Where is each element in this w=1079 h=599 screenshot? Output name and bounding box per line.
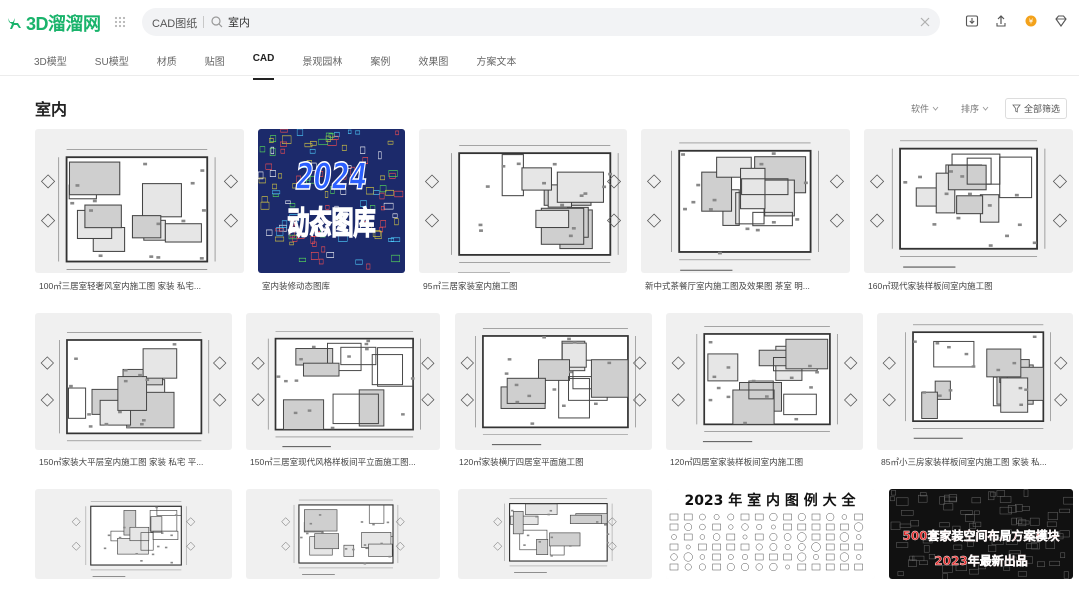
all-filters-label: 全部筛选 — [1023, 104, 1060, 114]
card-thumbnail[interactable]: 500套家装空间布局方案模块 2023年最新出品 — [889, 489, 1073, 579]
legend-title: 2023 年 室 内 图 例 大 全 — [684, 492, 856, 509]
result-card[interactable]: 新中式茶餐厅室内施工图及效果图 茶室 明... — [641, 129, 850, 293]
card-caption[interactable]: 85㎡小三房家装样板间室内施工图 家装 私... — [881, 456, 1069, 468]
card-caption[interactable]: 120㎡四居室家装样板间室内施工图 — [670, 456, 859, 468]
result-card[interactable]: 150㎡家装大平层室内施工图 家装 私宅 平... — [35, 313, 232, 470]
card-thumbnail[interactable]: 2023 年 室 内 图 例 大 全 — [666, 489, 875, 579]
result-card[interactable]: 2024 动态图库室内装修动态图库 — [258, 129, 405, 293]
search-input[interactable] — [228, 13, 908, 31]
tab-case[interactable]: 案例 — [370, 53, 390, 71]
search-divider — [203, 16, 204, 28]
result-card[interactable]: 120㎡家装横厅四居室平面施工图 — [455, 313, 652, 470]
software-filter-label: 软件 — [910, 104, 929, 114]
library-title: 2024 — [296, 157, 368, 199]
card-thumbnail[interactable] — [35, 313, 232, 450]
card-thumbnail[interactable] — [246, 313, 440, 450]
tab-cad[interactable]: CAD — [252, 53, 274, 80]
clear-icon[interactable] — [918, 15, 932, 29]
coin-icon[interactable]: ¥ — [1023, 13, 1039, 29]
result-card[interactable] — [35, 489, 232, 599]
software-filter[interactable]: 软件 — [911, 102, 939, 115]
card-caption[interactable]: 150㎡三居室现代风格样板间平立面施工图... — [250, 456, 436, 468]
result-card[interactable]: 120㎡四居室家装样板间室内施工图 — [666, 313, 863, 470]
card-caption[interactable]: 95㎡三居家装室内施工图 — [423, 280, 623, 292]
result-card[interactable]: 160㎡现代家装样板间室内施工图 — [864, 129, 1073, 293]
tab-landscape[interactable]: 景观园林 — [302, 53, 342, 71]
result-card[interactable]: 100㎡三居室轻奢风室内施工图 家装 私宅... — [35, 129, 244, 293]
tab-proposal[interactable]: 方案文本 — [476, 53, 516, 71]
page-title: 室内 — [35, 102, 68, 119]
tab-texture[interactable]: 贴图 — [205, 53, 225, 71]
result-card[interactable]: 95㎡三居家装室内施工图 — [419, 129, 627, 293]
card-thumbnail[interactable] — [864, 129, 1073, 273]
result-card[interactable]: 500套家装空间布局方案模块 2023年最新出品 — [889, 489, 1073, 599]
logo-text: 3D溜溜网 — [26, 14, 101, 34]
search-category-select[interactable]: CAD图纸 — [152, 15, 197, 31]
card-thumbnail[interactable]: 2024 动态图库 — [258, 129, 405, 273]
card-caption[interactable]: 室内装修动态图库 — [262, 280, 401, 292]
card-caption[interactable]: 新中式茶餐厅室内施工图及效果图 茶室 明... — [645, 280, 846, 292]
tab-3d-model[interactable]: 3D模型 — [34, 53, 67, 71]
deer-logo-icon — [8, 18, 21, 29]
upload-icon[interactable] — [993, 13, 1009, 29]
all-filters-button[interactable]: 全部筛选 — [1004, 98, 1067, 119]
card-thumbnail[interactable] — [455, 313, 652, 450]
card-caption[interactable]: 160㎡现代家装样板间室内施工图 — [868, 280, 1069, 292]
tab-rendering[interactable]: 效果图 — [418, 53, 448, 71]
svg-text:¥: ¥ — [1029, 18, 1034, 26]
card-caption[interactable]: 120㎡家装横厅四居室平面施工图 — [459, 456, 648, 468]
result-card[interactable]: 150㎡三居室现代风格样板间平立面施工图... — [246, 313, 440, 470]
card-caption[interactable]: 100㎡三居室轻奢风室内施工图 家装 私宅... — [39, 280, 240, 292]
category-nav: 3D模型 SU模型 材质 贴图 CAD 景观园林 案例 效果图 方案文本 — [34, 53, 544, 80]
library-subtitle: 动态图库 — [287, 205, 375, 242]
apps-grid-icon[interactable] — [113, 15, 127, 29]
dark-title: 500套家装空间布局方案模块 — [902, 528, 1060, 543]
card-thumbnail[interactable] — [666, 313, 863, 450]
result-card[interactable]: 85㎡小三房家装样板间室内施工图 家装 私... — [877, 313, 1073, 470]
tab-material[interactable]: 材质 — [157, 53, 177, 71]
chevron-down-icon — [982, 106, 989, 111]
card-thumbnail[interactable] — [35, 129, 244, 273]
sort-filter[interactable]: 排序 — [961, 102, 989, 115]
filter-icon — [1012, 104, 1021, 113]
card-thumbnail[interactable] — [877, 313, 1073, 450]
sort-filter-label: 排序 — [960, 104, 979, 114]
top-header: 3D溜溜网 CAD图纸 ¥ — [0, 0, 1079, 44]
card-thumbnail[interactable] — [641, 129, 850, 273]
nav-divider — [0, 75, 1079, 76]
download-icon[interactable] — [964, 13, 980, 29]
vip-diamond-icon[interactable] — [1053, 13, 1069, 29]
card-thumbnail[interactable] — [246, 489, 440, 579]
card-thumbnail[interactable] — [458, 489, 652, 579]
card-thumbnail[interactable] — [419, 129, 627, 273]
filter-bar: 软件 排序 全部筛选 — [889, 98, 1067, 119]
dark-subtitle: 2023年最新出品 — [934, 553, 1027, 568]
search-icon[interactable] — [210, 15, 224, 29]
search-bar: CAD图纸 — [142, 8, 940, 36]
result-card[interactable]: 2023 年 室 内 图 例 大 全 — [666, 489, 875, 599]
chevron-down-icon — [932, 106, 939, 111]
result-card[interactable] — [246, 489, 440, 599]
result-card[interactable] — [458, 489, 652, 599]
tab-su-model[interactable]: SU模型 — [95, 53, 129, 71]
card-thumbnail[interactable] — [35, 489, 232, 579]
card-caption[interactable]: 150㎡家装大平层室内施工图 家装 私宅 平... — [39, 456, 228, 468]
site-logo[interactable]: 3D溜溜网 — [6, 10, 101, 36]
